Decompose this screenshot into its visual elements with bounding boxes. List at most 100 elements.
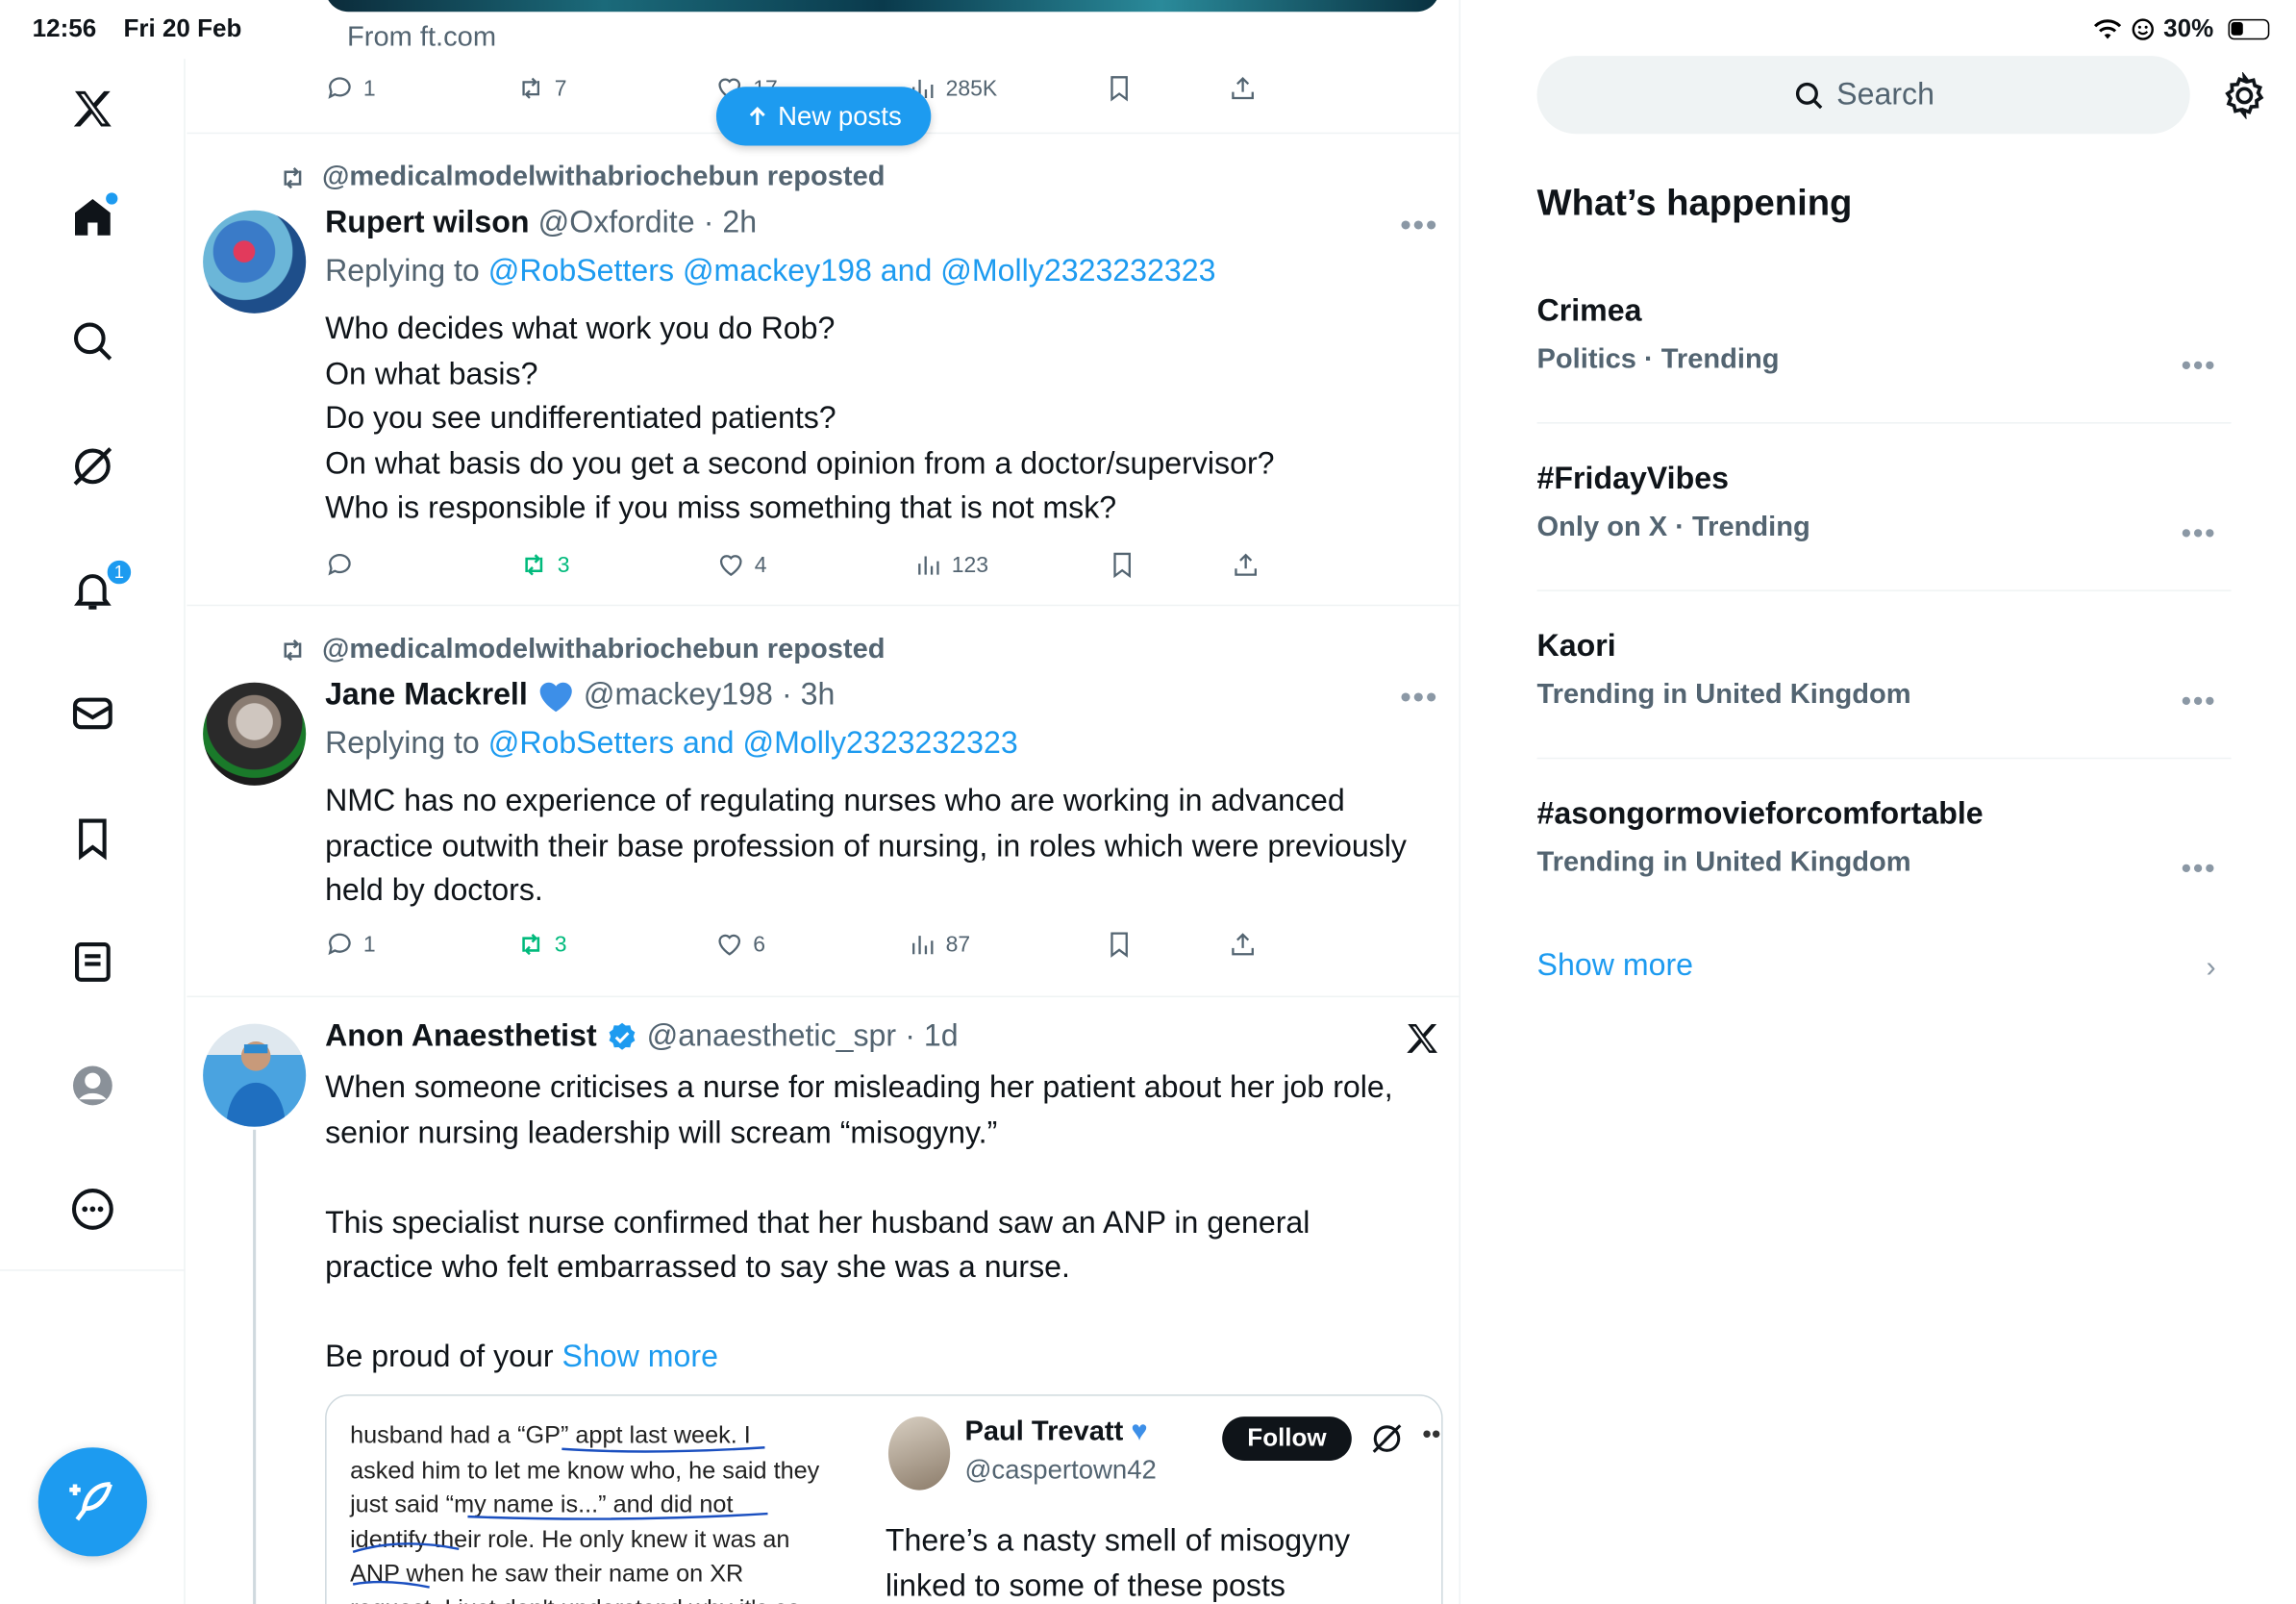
more-options-icon[interactable]: ••• <box>2182 350 2217 384</box>
avatar[interactable] <box>203 1023 307 1127</box>
replying-to: Replying to @RobSetters @mackey198 and @… <box>325 255 1215 290</box>
author-handle[interactable]: @anaesthetic_spr <box>647 1019 896 1055</box>
pen-underline-marks <box>352 1446 768 1589</box>
section-title: What’s happening <box>1536 182 1853 224</box>
share-icon <box>1232 76 1254 100</box>
reply-button[interactable]: 1 <box>325 73 376 103</box>
replying-to-users[interactable]: @RobSetters @mackey198 and @Molly2323232… <box>488 255 1216 288</box>
author-name[interactable]: Anon Anaesthetist <box>325 1019 597 1055</box>
trend-name: Kaori <box>1536 629 1616 664</box>
views-count: 87 <box>945 932 971 958</box>
repost-button[interactable]: 3 <box>519 550 570 580</box>
views-button[interactable]: 87 <box>908 930 970 960</box>
quoted-tweet-text: There’s a nasty smell of misogyny linked… <box>885 1523 1351 1603</box>
bookmark-button[interactable] <box>1105 930 1135 960</box>
trend-item[interactable]: #asongormovieforcomfortable Trending in … <box>1536 797 2232 886</box>
trend-name: Crimea <box>1536 293 1642 329</box>
bookmark-button[interactable] <box>1108 550 1137 580</box>
more-options-icon[interactable]: ••• <box>1400 206 1438 244</box>
home-icon[interactable] <box>63 188 122 247</box>
trend-item[interactable]: #FridayVibes Only on X · Trending ••• <box>1537 462 2232 550</box>
more-options-icon[interactable]: ••• <box>2182 686 2217 719</box>
avatar[interactable] <box>203 210 307 313</box>
repost-icon <box>522 77 540 99</box>
author-handle[interactable]: @mackey198 <box>584 678 773 714</box>
author-name[interactable]: Rupert wilson <box>325 206 529 241</box>
post-header: Jane Mackrell @mackey198 · 3h <box>325 678 835 714</box>
post-text-body: When someone criticises a nurse for misl… <box>325 1070 1393 1374</box>
author-name[interactable]: Jane Mackrell <box>325 678 528 714</box>
repost-button[interactable]: 7 <box>516 73 566 103</box>
bookmarks-icon[interactable] <box>63 809 122 867</box>
more-options-icon[interactable]: ••• <box>2182 853 2217 887</box>
share-button[interactable] <box>1228 73 1258 103</box>
analytics-icon <box>912 936 934 955</box>
share-icon <box>1235 553 1258 576</box>
show-more-link[interactable]: Show more <box>562 1341 718 1374</box>
messages-envelope-icon[interactable] <box>63 684 122 742</box>
avatar[interactable] <box>203 682 307 786</box>
bookmark-icon <box>1111 76 1128 102</box>
like-button[interactable]: 6 <box>714 930 765 960</box>
timeline: From ft.com 1 7 17 285K <box>187 0 1460 1604</box>
like-button[interactable]: 4 <box>716 550 766 580</box>
x-logo-icon[interactable] <box>1403 1019 1441 1058</box>
show-more-link[interactable]: Show more <box>1537 949 1693 985</box>
post-text: When someone criticises a nurse for misl… <box>325 1066 1413 1381</box>
post-text: NMC has no experience of regulating nurs… <box>325 784 1407 908</box>
repost-attribution[interactable]: @medicalmodelwithabriochebun reposted <box>278 162 886 194</box>
trend-item[interactable]: Crimea Politics · Trending ••• <box>1536 293 2232 383</box>
new-posts-label: New posts <box>778 100 902 131</box>
reply-icon <box>328 77 351 99</box>
bookmark-button[interactable] <box>1105 73 1135 103</box>
views-count: 285K <box>945 75 998 101</box>
post-time[interactable]: · 1d <box>905 1019 958 1055</box>
views-button[interactable]: 123 <box>913 550 988 580</box>
battery-percent: 30% <box>2163 14 2214 43</box>
trend-name: #asongormovieforcomfortable <box>1536 797 1984 832</box>
reply-button[interactable] <box>325 550 363 580</box>
repost-button[interactable]: 3 <box>516 930 566 960</box>
profile-avatar-icon[interactable] <box>63 1056 122 1115</box>
analytics-icon <box>918 556 939 575</box>
post-divider <box>187 604 1460 607</box>
wifi-icon <box>2093 19 2122 39</box>
status-indicators: 30% <box>2093 14 2270 44</box>
reply-count: 1 <box>362 75 376 101</box>
replying-to-users[interactable]: @RobSetters and @Molly2323232323 <box>488 727 1018 761</box>
x-logo-icon[interactable] <box>63 80 122 138</box>
link-card-image[interactable] <box>325 0 1440 13</box>
share-button[interactable] <box>1231 550 1260 580</box>
reply-button[interactable]: 1 <box>325 930 376 960</box>
author-handle[interactable]: @Oxfordite <box>538 206 695 241</box>
battery-icon <box>2228 18 2270 40</box>
reply-icon <box>328 554 351 576</box>
compose-post-button[interactable] <box>37 1447 147 1557</box>
notifications-bell-icon[interactable]: 1 <box>63 557 135 619</box>
share-button[interactable] <box>1228 930 1258 960</box>
settings-gear-icon[interactable] <box>2221 71 2268 119</box>
status-time: 12:56 <box>32 14 97 43</box>
share-icon <box>1232 933 1254 956</box>
lists-icon[interactable] <box>63 933 122 991</box>
search-input[interactable]: Search <box>1536 56 2190 135</box>
quoted-author-handle: @caspertown42 <box>964 1454 1157 1485</box>
more-options-icon[interactable]: ••• <box>1400 678 1438 716</box>
trend-divider <box>1536 757 2232 760</box>
repost-attribution-text: @medicalmodelwithabriochebun reposted <box>322 634 886 665</box>
more-options-icon[interactable] <box>63 1180 122 1239</box>
feather-plus-icon <box>69 1482 112 1521</box>
new-posts-button[interactable]: New posts <box>715 87 932 146</box>
quoted-media-card[interactable]: husband had a “GP” appt last week. I ask… <box>325 1394 1443 1604</box>
reply-count: 1 <box>362 932 376 958</box>
quoted-tweet-screenshot: Paul Trevatt ♥ @caspertown42 Follow •• T… <box>885 1405 1441 1604</box>
more-options-icon[interactable]: ••• <box>2182 517 2217 551</box>
post-time[interactable]: · 2h <box>704 206 757 241</box>
repost-attribution[interactable]: @medicalmodelwithabriochebun reposted <box>278 634 886 666</box>
trend-item[interactable]: Kaori Trending in United Kingdom ••• <box>1536 629 2232 718</box>
grok-icon[interactable] <box>63 437 122 495</box>
post-time[interactable]: · 3h <box>782 678 835 714</box>
search-icon[interactable] <box>63 312 122 370</box>
post-text: Who decides what work you do Rob? On wha… <box>325 312 1275 526</box>
link-source[interactable]: From ft.com <box>347 22 496 55</box>
